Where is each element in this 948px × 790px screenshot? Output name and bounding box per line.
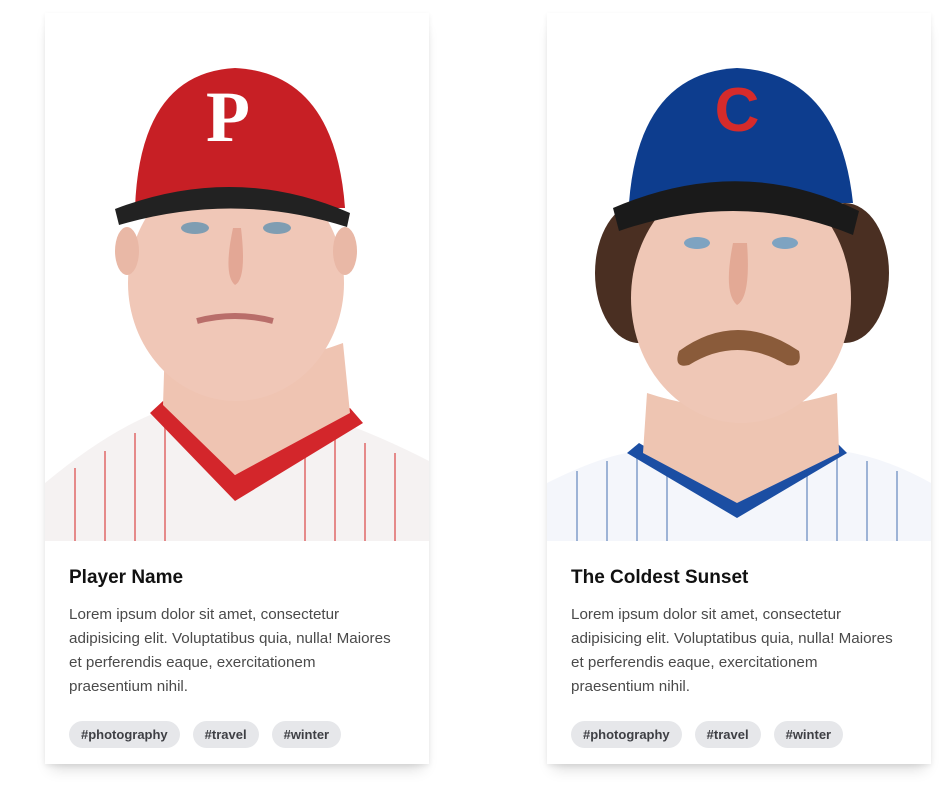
tag-photography[interactable]: #photography: [69, 721, 180, 748]
tag-photography[interactable]: #photography: [571, 721, 682, 748]
svg-text:C: C: [715, 76, 760, 145]
card: C The Coldest Sunset Lorem ipsum dolor s…: [547, 13, 931, 764]
tag-winter[interactable]: #winter: [773, 721, 844, 748]
card: P Player Name Lorem ipsum dolor sit amet…: [45, 13, 429, 764]
tag-list: #photography #travel #winter: [571, 721, 844, 748]
svg-text:P: P: [206, 77, 250, 157]
card-title: Player Name: [69, 567, 184, 588]
player-photo: P: [45, 13, 429, 541]
tag-list: #photography #travel #winter: [69, 721, 342, 748]
card-description: Lorem ipsum dolor sit amet, consectetur …: [69, 606, 391, 695]
card-description: Lorem ipsum dolor sit amet, consectetur …: [571, 606, 893, 695]
tag-travel[interactable]: #travel: [192, 721, 259, 748]
tag-travel[interactable]: #travel: [694, 721, 761, 748]
card-title: The Coldest Sunset: [571, 567, 749, 588]
tag-winter[interactable]: #winter: [271, 721, 342, 748]
player-photo: C: [547, 13, 931, 541]
